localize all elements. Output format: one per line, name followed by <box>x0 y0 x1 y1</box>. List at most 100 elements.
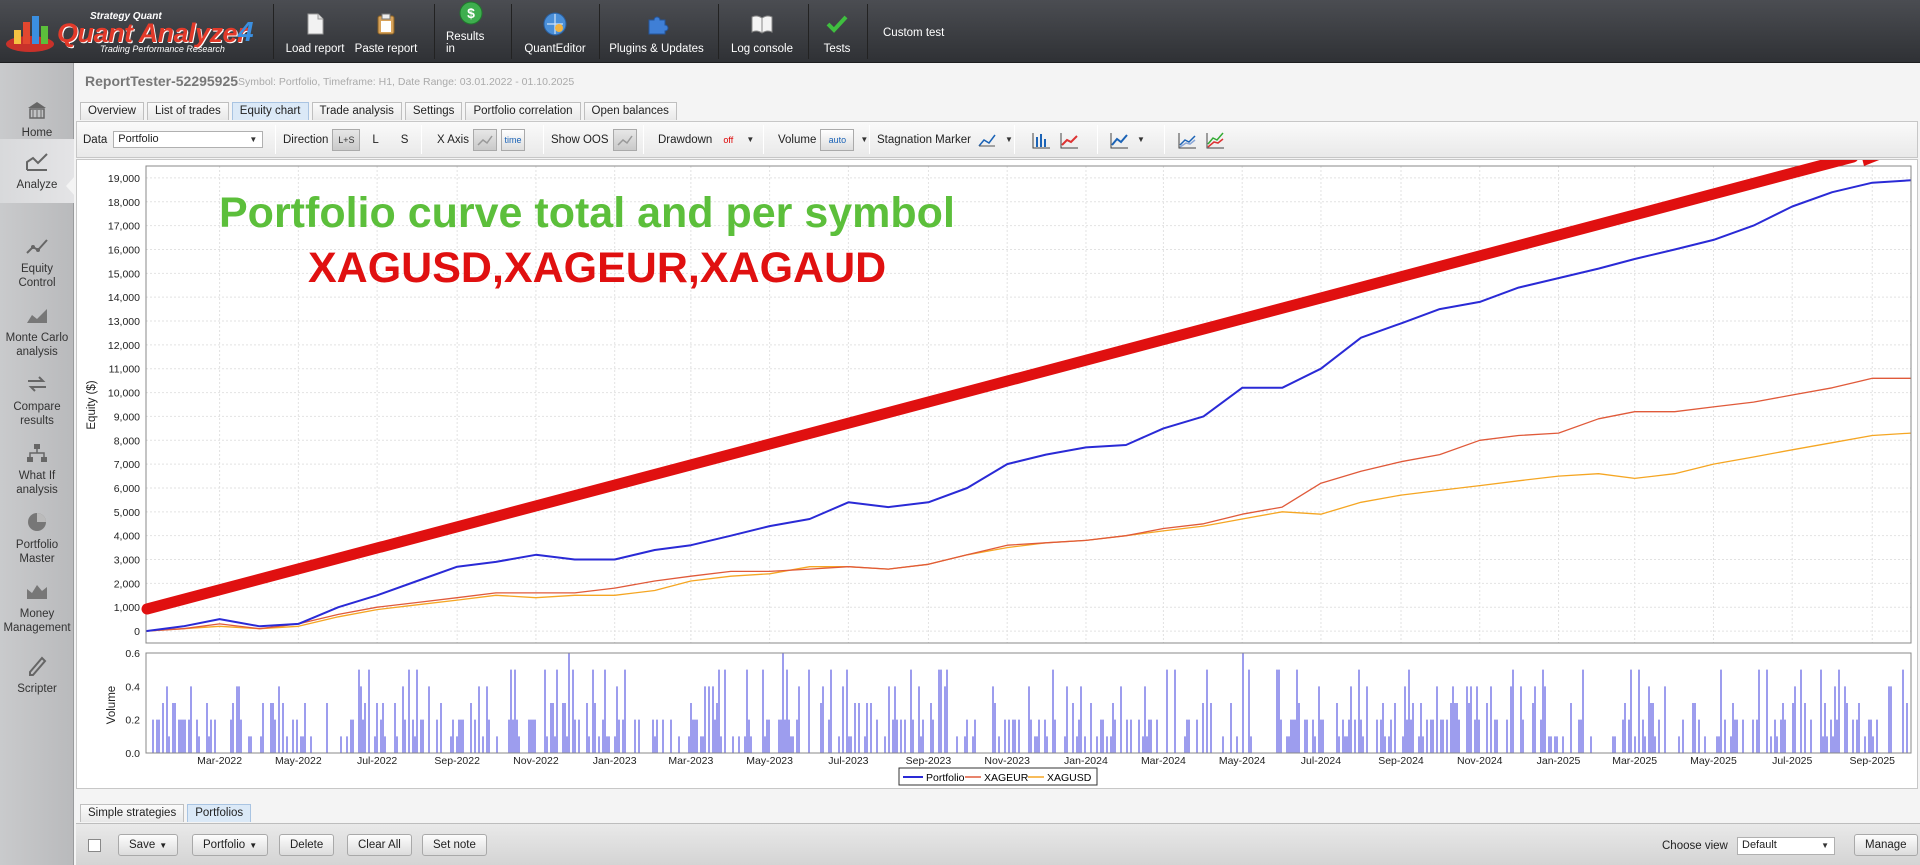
line-style-option: ▼ <box>1103 122 1145 157</box>
options-divider <box>421 125 422 154</box>
direction-long-button[interactable]: L <box>372 134 378 146</box>
data-option: Data Portfolio ▼ <box>83 122 264 157</box>
results-in-button[interactable]: $ Results in <box>446 0 496 63</box>
load-report-icon <box>302 11 328 37</box>
chevron-down-icon: ▼ <box>159 841 168 850</box>
show-oos-toggle[interactable] <box>612 128 637 151</box>
clear-all-button[interactable]: Clear All <box>347 834 412 856</box>
compare-lines-multi-icon[interactable] <box>1203 129 1227 151</box>
y-tick-label: 10,000 <box>108 388 140 400</box>
x-axis-time-button[interactable]: time <box>500 128 525 151</box>
tab-overview[interactable]: Overview <box>80 102 144 120</box>
sidebar-item-equity-control[interactable]: Equity Control <box>0 233 74 290</box>
sidebar-item-what-if[interactable]: What If analysis <box>0 440 74 497</box>
sidebar-item-home[interactable]: Home <box>0 97 74 140</box>
set-note-button[interactable]: Set note <box>422 834 487 856</box>
save-button[interactable]: Save ▼ <box>118 834 179 856</box>
x-axis-label: X Axis <box>437 133 469 146</box>
quanteditor-button[interactable]: QuantEditor <box>522 0 588 63</box>
direction-long-short-button[interactable]: L+S <box>332 128 361 151</box>
tab-open-balances[interactable]: Open balances <box>583 102 677 120</box>
sidebar-item-scripter[interactable]: Scripter <box>0 653 74 696</box>
tab-list-of-trades[interactable]: List of trades <box>146 102 229 120</box>
line-chart-red-icon[interactable] <box>1057 129 1081 151</box>
x-tick-label: Jan-2023 <box>593 755 637 767</box>
y-tick-label: 15,000 <box>108 268 140 280</box>
portfolio-button[interactable]: Portfolio ▼ <box>192 834 269 856</box>
custom-test-button[interactable]: Custom test <box>883 27 944 39</box>
data-select[interactable]: Portfolio ▼ <box>113 131 264 148</box>
tab-simple-strategies[interactable]: Simple strategies <box>80 804 185 822</box>
drawdown-toggle[interactable]: off <box>716 129 740 151</box>
log-console-button[interactable]: Log console <box>728 0 796 63</box>
stagnation-option: Stagnation Marker ▼ <box>877 122 1013 157</box>
svg-text:$: $ <box>467 5 475 21</box>
options-divider <box>763 125 764 154</box>
sidebar-item-label: Management <box>3 622 71 634</box>
bar-chart-icon[interactable] <box>1029 129 1053 151</box>
sidebar-item-money-management[interactable]: Money Management <box>0 578 74 635</box>
chevron-down-icon[interactable]: ▼ <box>860 135 868 144</box>
sidebar-item-portfolio-master[interactable]: Portfolio Master <box>0 509 74 566</box>
stagnation-icon[interactable] <box>975 129 999 151</box>
choose-view-select[interactable]: Default ▼ <box>1737 837 1835 855</box>
compare-lines-blue-icon[interactable] <box>1175 129 1199 151</box>
tab-portfolios[interactable]: Portfolios <box>187 804 252 822</box>
toolbar-divider <box>434 4 435 59</box>
money-management-icon <box>24 578 50 604</box>
x-axis: Mar-2022 May-2022 Jul-2022 Sep-2022 Nov-2022… <box>197 755 1895 767</box>
paste-report-button[interactable]: Paste report <box>354 0 418 63</box>
options-divider <box>643 125 644 154</box>
x-tick-label: Nov-2023 <box>984 755 1030 767</box>
select-all-checkbox[interactable] <box>88 839 101 852</box>
chevron-down-icon[interactable]: ▼ <box>1005 135 1013 144</box>
tab-equity-chart[interactable]: Equity chart <box>231 102 309 120</box>
line-chart-blue-icon[interactable] <box>1107 129 1131 151</box>
sidebar-item-label: Money <box>19 608 55 620</box>
chevron-down-icon: ▼ <box>249 135 258 144</box>
x-tick-label: May-2022 <box>275 755 322 767</box>
volume-toggle[interactable]: auto <box>820 128 855 151</box>
chevron-down-icon[interactable]: ▼ <box>1137 135 1145 144</box>
chevron-down-icon: ▼ <box>1821 841 1829 850</box>
logo-bars-icon <box>6 16 54 52</box>
sidebar-item-monte-carlo[interactable]: Monte Carlo analysis <box>0 302 74 359</box>
tab-settings[interactable]: Settings <box>404 102 463 120</box>
plugins-updates-button[interactable]: Plugins & Updates <box>608 0 705 63</box>
report-tabs: Overview List of trades Equity chart Tra… <box>80 102 677 120</box>
legend-label-portfolio: Portfolio <box>926 772 965 784</box>
x-tick-label: May-2025 <box>1690 755 1737 767</box>
tab-portfolio-correlation[interactable]: Portfolio correlation <box>465 102 581 120</box>
y-tick-label: 11,000 <box>109 364 140 376</box>
x-tick-label: Jul-2022 <box>357 755 397 767</box>
tests-button[interactable]: Tests <box>818 0 856 63</box>
chart-options-bar: Data Portfolio ▼ Direction L+S L S X Axi… <box>76 121 1918 158</box>
delete-button[interactable]: Delete <box>279 834 335 856</box>
y-tick-label: 17,000 <box>108 221 140 233</box>
sidebar-item-analyze[interactable]: Analyze <box>0 139 74 203</box>
toolbar-divider <box>273 4 274 59</box>
equity-chart[interactable]: 0 1,000 2,000 3,000 4,000 5,000 6,000 7,000 8,00… <box>77 160 1919 790</box>
data-select-value: Portfolio <box>118 133 159 145</box>
chart-legend: Portfolio XAGEUR XAGUSD <box>898 767 1098 786</box>
x-tick-label: Mar-2024 <box>1141 755 1186 767</box>
volume-tick-label: 0.2 <box>125 715 140 727</box>
toolbar-divider <box>511 4 512 59</box>
x-tick-label: Mar-2025 <box>1612 755 1657 767</box>
chevron-down-icon[interactable]: ▼ <box>746 135 754 144</box>
volume-tick-label: 0.4 <box>125 681 140 693</box>
options-divider <box>1014 125 1015 154</box>
bottom-action-bar: Save ▼ Portfolio ▼ Delete Clear All Set no… <box>76 823 1920 865</box>
sidebar-item-compare-results[interactable]: Compare results <box>0 371 74 428</box>
manage-button[interactable]: Manage <box>1854 834 1918 856</box>
sidebar-item-label: Home <box>21 127 53 139</box>
tab-trade-analysis[interactable]: Trade analysis <box>311 102 402 120</box>
x-axis-trades-button[interactable] <box>472 128 497 151</box>
y-tick-label: 3,000 <box>114 555 140 567</box>
direction-short-button[interactable]: S <box>401 134 409 146</box>
tests-label: Tests <box>823 43 851 55</box>
options-divider <box>1097 125 1098 154</box>
y-tick-label: 8,000 <box>114 435 140 447</box>
show-oos-option: Show OOS <box>551 122 637 157</box>
load-report-button[interactable]: Load report <box>285 0 345 63</box>
